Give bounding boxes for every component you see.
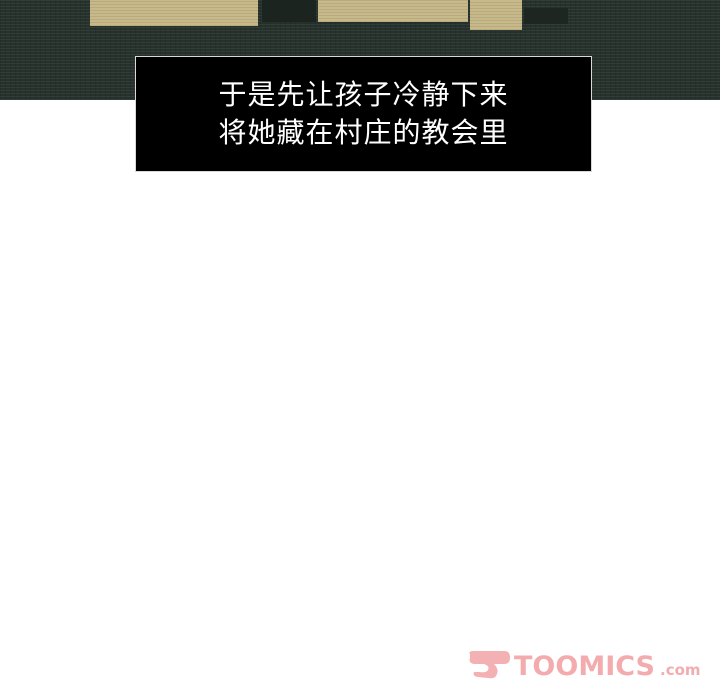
panel-illustration-block bbox=[470, 0, 522, 30]
panel-illustration-block bbox=[318, 0, 468, 22]
comic-page: 于是先让孩子冷静下来 将她藏在村庄的教会里 TOOMICS .com bbox=[0, 0, 720, 700]
watermark-main-text: TOOMICS bbox=[514, 651, 655, 682]
toomics-logo-icon: TOOMICS .com bbox=[469, 651, 701, 682]
panel-illustration-block bbox=[262, 0, 316, 22]
watermark-suffix-text: .com bbox=[660, 661, 701, 679]
caption-line-1: 于是先让孩子冷静下来 bbox=[218, 78, 509, 111]
caption-line-2: 将她藏在村庄的教会里 bbox=[218, 116, 509, 149]
panel-illustration-block bbox=[524, 8, 568, 24]
panel-illustration-block bbox=[90, 0, 258, 26]
narration-caption-box: 于是先让孩子冷静下来 将她藏在村庄的教会里 bbox=[135, 56, 592, 172]
toomics-watermark-logo: TOOMICS .com bbox=[466, 646, 706, 682]
